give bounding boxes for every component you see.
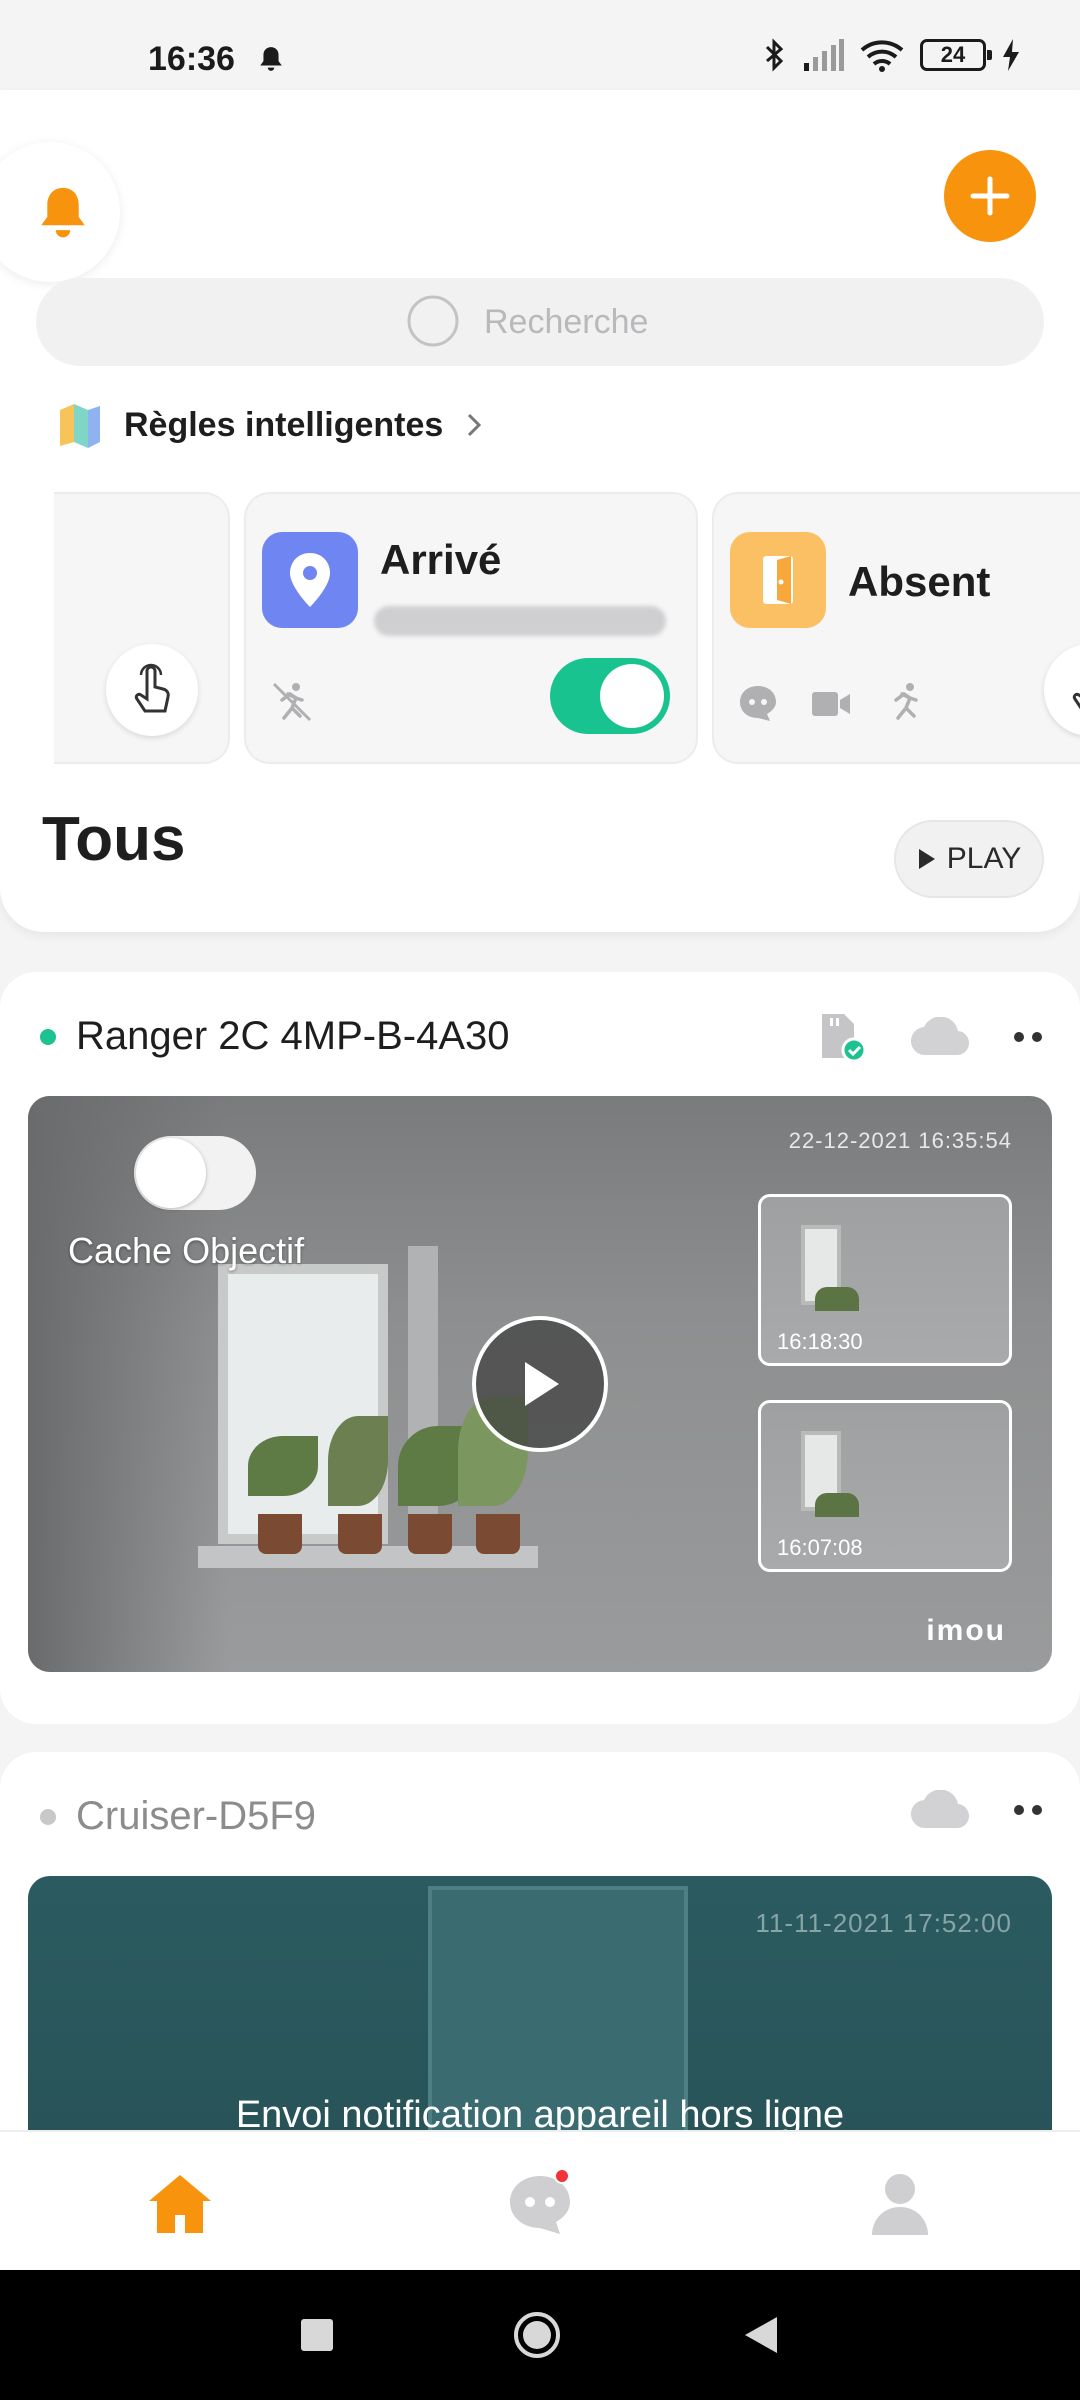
section-title: Tous <box>42 805 186 874</box>
scene-plant <box>338 1514 382 1554</box>
chevron-right-icon <box>468 413 482 437</box>
bluetooth-icon <box>765 38 784 72</box>
sd-card-icon[interactable] <box>818 1010 866 1064</box>
search-bar[interactable] <box>36 278 1044 366</box>
hand-tap-icon <box>134 663 170 713</box>
more-options-button[interactable] <box>1014 1032 1042 1042</box>
toggle-knob <box>600 664 664 728</box>
play-icon <box>525 1362 559 1406</box>
camera-preview[interactable]: 22-12-2021 16:35:54 Cache Objectif 16:18… <box>28 1096 1052 1672</box>
smart-rules-title: Règles intelligentes <box>124 405 444 444</box>
home-icon <box>149 2175 211 2233</box>
status-bar: 16:36 24 <box>0 0 1080 90</box>
status-icons: 24 <box>762 38 1020 72</box>
manual-trigger-button[interactable] <box>1044 644 1080 736</box>
privacy-toggle[interactable] <box>134 1136 256 1210</box>
home-system-button[interactable] <box>512 2310 562 2360</box>
wifi-icon <box>860 40 904 72</box>
charging-icon <box>1003 39 1019 71</box>
scene-plant <box>258 1514 302 1554</box>
nav-home[interactable] <box>140 2168 220 2240</box>
play-button[interactable]: PLAY <box>894 820 1044 898</box>
no-motion-icon <box>272 682 312 722</box>
nav-profile[interactable] <box>860 2168 940 2240</box>
chat-icon <box>740 686 776 721</box>
device-header[interactable]: Ranger 2C 4MP-B-4A30 <box>40 1014 510 1059</box>
search-icon <box>407 295 459 347</box>
circle-icon <box>514 2312 560 2358</box>
rule-title: Arrivé <box>380 536 502 583</box>
device-header[interactable]: Cruiser-D5F9 <box>40 1794 316 1839</box>
profile-icon <box>872 2174 928 2235</box>
back-button[interactable] <box>736 2310 786 2360</box>
rule-card-arrive[interactable]: Arrivé <box>244 492 698 764</box>
rule-card-partial[interactable] <box>54 492 230 764</box>
video-icon <box>812 692 850 716</box>
manual-trigger-button[interactable] <box>106 644 198 736</box>
device-name: Ranger 2C 4MP-B-4A30 <box>76 1014 510 1058</box>
offline-status-dot <box>40 1808 56 1825</box>
thumbnail-time: 16:18:30 <box>777 1329 863 1354</box>
live-play-button[interactable] <box>472 1316 608 1452</box>
plus-icon <box>970 176 1010 216</box>
signal-icon <box>804 39 844 71</box>
square-icon <box>301 2319 333 2351</box>
recording-thumbnail[interactable]: 16:18:30 <box>758 1194 1012 1366</box>
smart-rules-header[interactable]: Règles intelligentes <box>58 402 483 448</box>
notification-badge <box>554 2168 570 2184</box>
play-icon <box>918 849 935 869</box>
device-name: Cruiser-D5F9 <box>76 1794 317 1838</box>
smart-rules-icon <box>60 404 100 448</box>
top-panel: Règles intelligentes Arrivé Absent Tous … <box>0 90 1080 932</box>
search-input[interactable] <box>484 302 674 342</box>
device-actions <box>818 1010 1042 1064</box>
rule-title: Absent <box>848 558 991 605</box>
location-pin-icon <box>262 532 358 628</box>
status-time: 16:36 <box>148 40 235 78</box>
more-options-button[interactable] <box>1014 1805 1042 1815</box>
rule-toggle[interactable] <box>550 658 670 734</box>
back-triangle-icon <box>745 2317 777 2353</box>
add-device-button[interactable] <box>944 150 1036 242</box>
camera-timestamp: 11-11-2021 17:52:00 <box>755 1908 1012 1938</box>
motion-icon <box>894 683 918 720</box>
thumbnail-scene <box>815 1287 859 1311</box>
cloud-icon[interactable] <box>910 1790 970 1830</box>
scene-leaf <box>328 1416 388 1506</box>
online-status-dot <box>40 1028 56 1045</box>
camera-timestamp: 22-12-2021 16:35:54 <box>788 1128 1012 1153</box>
recording-thumbnail[interactable]: 16:07:08 <box>758 1400 1012 1572</box>
scene-plant <box>408 1514 452 1554</box>
battery-level: 24 <box>940 42 966 67</box>
device-actions <box>910 1790 1042 1830</box>
privacy-label: Cache Objectif <box>68 1230 305 1271</box>
scene-plant <box>476 1514 520 1554</box>
recents-button[interactable] <box>292 2310 342 2360</box>
cloud-icon[interactable] <box>910 1017 970 1057</box>
hand-tap-icon <box>1072 692 1080 710</box>
bell-icon <box>260 47 282 71</box>
imou-watermark: imou <box>926 1614 1006 1647</box>
door-icon <box>730 532 826 628</box>
bell-icon <box>41 187 85 238</box>
system-nav-bar <box>0 2270 1080 2400</box>
scene-leaf <box>248 1436 318 1496</box>
rule-card-absent[interactable]: Absent <box>712 492 1080 764</box>
thumbnail-scene <box>815 1493 859 1517</box>
nav-messages[interactable] <box>500 2168 580 2240</box>
rule-subtitle-obscured <box>374 606 666 636</box>
toggle-knob <box>136 1138 206 1208</box>
battery-icon: 24 <box>920 39 992 71</box>
thumbnail-time: 16:07:08 <box>777 1535 863 1560</box>
play-label: PLAY <box>946 842 1022 875</box>
notifications-button[interactable] <box>0 142 120 282</box>
device-card: Ranger 2C 4MP-B-4A30 22-12-2021 16:35:54… <box>0 972 1080 1724</box>
bottom-nav <box>0 2130 1080 2270</box>
